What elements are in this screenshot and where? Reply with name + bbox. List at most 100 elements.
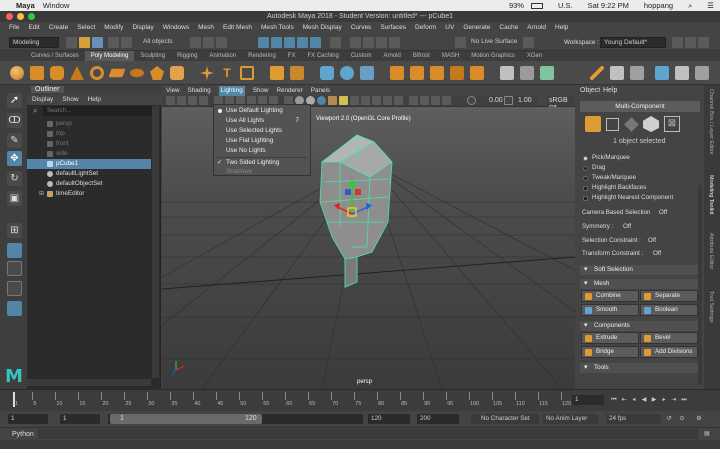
outliner-item-pcube1[interactable]: pCube1: [27, 159, 151, 169]
select-by-component-icon[interactable]: [216, 37, 227, 48]
components-section[interactable]: Components: [580, 321, 700, 331]
boolean-icon[interactable]: [340, 66, 354, 80]
poly-cylinder-icon[interactable]: [50, 66, 64, 80]
menu-edit[interactable]: Edit: [28, 24, 39, 31]
character-set-dropdown[interactable]: No Character Set: [471, 414, 539, 424]
separate-button[interactable]: Separate: [640, 290, 698, 302]
separate-icon[interactable]: [290, 66, 304, 80]
close-window-button[interactable]: [6, 13, 13, 20]
menu-uv[interactable]: UV: [445, 24, 454, 31]
toggle-channel-box-icon[interactable]: [698, 37, 709, 48]
shelf-tab-custom[interactable]: Custom: [345, 51, 378, 61]
scene-end-field[interactable]: 200: [417, 414, 459, 424]
menu-select[interactable]: Select: [77, 24, 95, 31]
shadows-icon[interactable]: [350, 96, 359, 105]
toolkit-scrollbar[interactable]: [698, 185, 702, 385]
paint-select-tool-icon[interactable]: ✎: [7, 133, 22, 148]
snap-surface-icon[interactable]: [310, 37, 321, 48]
object-mode-icon[interactable]: [585, 116, 601, 132]
current-time-marker[interactable]: [13, 392, 15, 407]
super-shape-icon[interactable]: [170, 66, 184, 80]
uv-editor-icon[interactable]: [655, 66, 669, 80]
poly-disc-icon[interactable]: [130, 68, 144, 78]
poly-cone-icon[interactable]: [70, 66, 84, 80]
select-tool-icon[interactable]: ➚: [7, 93, 22, 108]
lasso-tool-icon[interactable]: ↀ: [7, 113, 22, 128]
anti-aliasing-icon[interactable]: [383, 96, 392, 105]
snap-view-plane-icon[interactable]: [297, 37, 308, 48]
sweep-mesh-icon[interactable]: [240, 66, 254, 80]
extrude-icon[interactable]: [390, 66, 404, 80]
toggle-panel-icon[interactable]: [672, 37, 683, 48]
command-language-toggle[interactable]: Python: [12, 431, 34, 438]
soft-selection-section[interactable]: Soft Selection: [580, 265, 700, 275]
menu-item-use-flat-lighting[interactable]: Use Flat Lighting: [214, 136, 310, 146]
menu-edit-mesh[interactable]: Edit Mesh: [223, 24, 252, 31]
merge-icon[interactable]: [470, 66, 484, 80]
workspace-dropdown[interactable]: Young Default*: [600, 37, 666, 48]
menu-windows[interactable]: Windows: [163, 24, 189, 31]
persp-graph-layout-icon[interactable]: [7, 301, 22, 316]
menu-arnold[interactable]: Arnold: [527, 24, 546, 31]
depth-of-field-icon[interactable]: [394, 96, 403, 105]
layout-icon[interactable]: [695, 66, 709, 80]
shelf-tab-bifrost[interactable]: Bifrost: [407, 51, 436, 61]
edge-mode-icon[interactable]: [624, 117, 639, 132]
single-view-layout-icon[interactable]: [7, 243, 22, 258]
multi-cut-icon[interactable]: [500, 66, 514, 80]
clock[interactable]: Sat 9:22 PM: [588, 1, 629, 10]
platonic-solid-icon[interactable]: [150, 66, 164, 80]
outliner-layout-icon[interactable]: [7, 281, 22, 296]
render-icon[interactable]: [350, 37, 361, 48]
input-locale[interactable]: U.S.: [558, 1, 573, 10]
gamma-icon[interactable]: [504, 96, 513, 105]
shelf-tab-curves-surfaces[interactable]: Curves / Surfaces: [25, 51, 85, 61]
outliner-menu-help[interactable]: Help: [88, 95, 101, 105]
hypershade-icon[interactable]: [389, 37, 400, 48]
add-divisions-button[interactable]: Add Divisions: [640, 346, 698, 358]
bevel-button[interactable]: Bevel: [640, 332, 698, 344]
smooth-button[interactable]: Smooth: [581, 304, 639, 316]
redo-icon[interactable]: [121, 37, 132, 48]
mirror-icon[interactable]: [360, 66, 374, 80]
minimize-window-button[interactable]: [17, 13, 24, 20]
outliner-menu-display[interactable]: Display: [32, 95, 53, 105]
ipr-render-icon[interactable]: [363, 37, 374, 48]
camera-attributes-icon[interactable]: [177, 96, 186, 105]
shelf-tab-fx[interactable]: FX: [282, 51, 302, 61]
toolkit-menu-object[interactable]: Object: [580, 87, 600, 94]
menu-create[interactable]: Create: [49, 24, 69, 31]
battery-percent[interactable]: 93%: [509, 1, 524, 10]
bookmark-icon[interactable]: [188, 96, 197, 105]
bridge-icon[interactable]: [410, 66, 424, 80]
viewport-menu-show[interactable]: Show: [253, 86, 269, 96]
mesh-section[interactable]: Mesh: [580, 279, 700, 289]
undo-icon[interactable]: [108, 37, 119, 48]
knife-icon[interactable]: [590, 66, 604, 80]
user-name[interactable]: hoppang: [644, 1, 673, 10]
use-all-lights-icon[interactable]: [339, 96, 348, 105]
outliner-item-front[interactable]: front: [27, 139, 151, 149]
transform-constraint-value[interactable]: Off: [653, 249, 661, 259]
svg-icon[interactable]: T: [220, 66, 234, 80]
new-scene-icon[interactable]: [66, 37, 77, 48]
shelf-tab-motion-graphics[interactable]: Motion Graphics: [465, 51, 521, 61]
outliner-scrollbar[interactable]: [152, 106, 159, 378]
shelf-tab-xgen[interactable]: XGen: [521, 51, 548, 61]
uv-mode-icon[interactable]: ⊠: [664, 116, 680, 132]
step-forward-key-icon[interactable]: ⇥: [670, 396, 678, 404]
isolate-select-icon[interactable]: [409, 96, 418, 105]
autokey-icon[interactable]: ⊙: [678, 415, 686, 423]
smooth-icon[interactable]: [320, 66, 334, 80]
symmetry-value[interactable]: Off: [623, 222, 631, 232]
open-scene-icon[interactable]: [79, 37, 90, 48]
toolkit-menu-help[interactable]: Help: [603, 87, 617, 94]
menu-file[interactable]: File: [9, 24, 19, 31]
step-forward-frame-icon[interactable]: ▸: [660, 396, 668, 404]
outliner-item-side[interactable]: side: [27, 149, 151, 159]
camera-based-selection-value[interactable]: Off: [659, 208, 667, 218]
go-to-end-icon[interactable]: ⏭: [680, 396, 688, 404]
edge-loop-icon[interactable]: [610, 66, 624, 80]
symmetry-icon[interactable]: [523, 37, 534, 48]
history-icon[interactable]: [330, 37, 341, 48]
